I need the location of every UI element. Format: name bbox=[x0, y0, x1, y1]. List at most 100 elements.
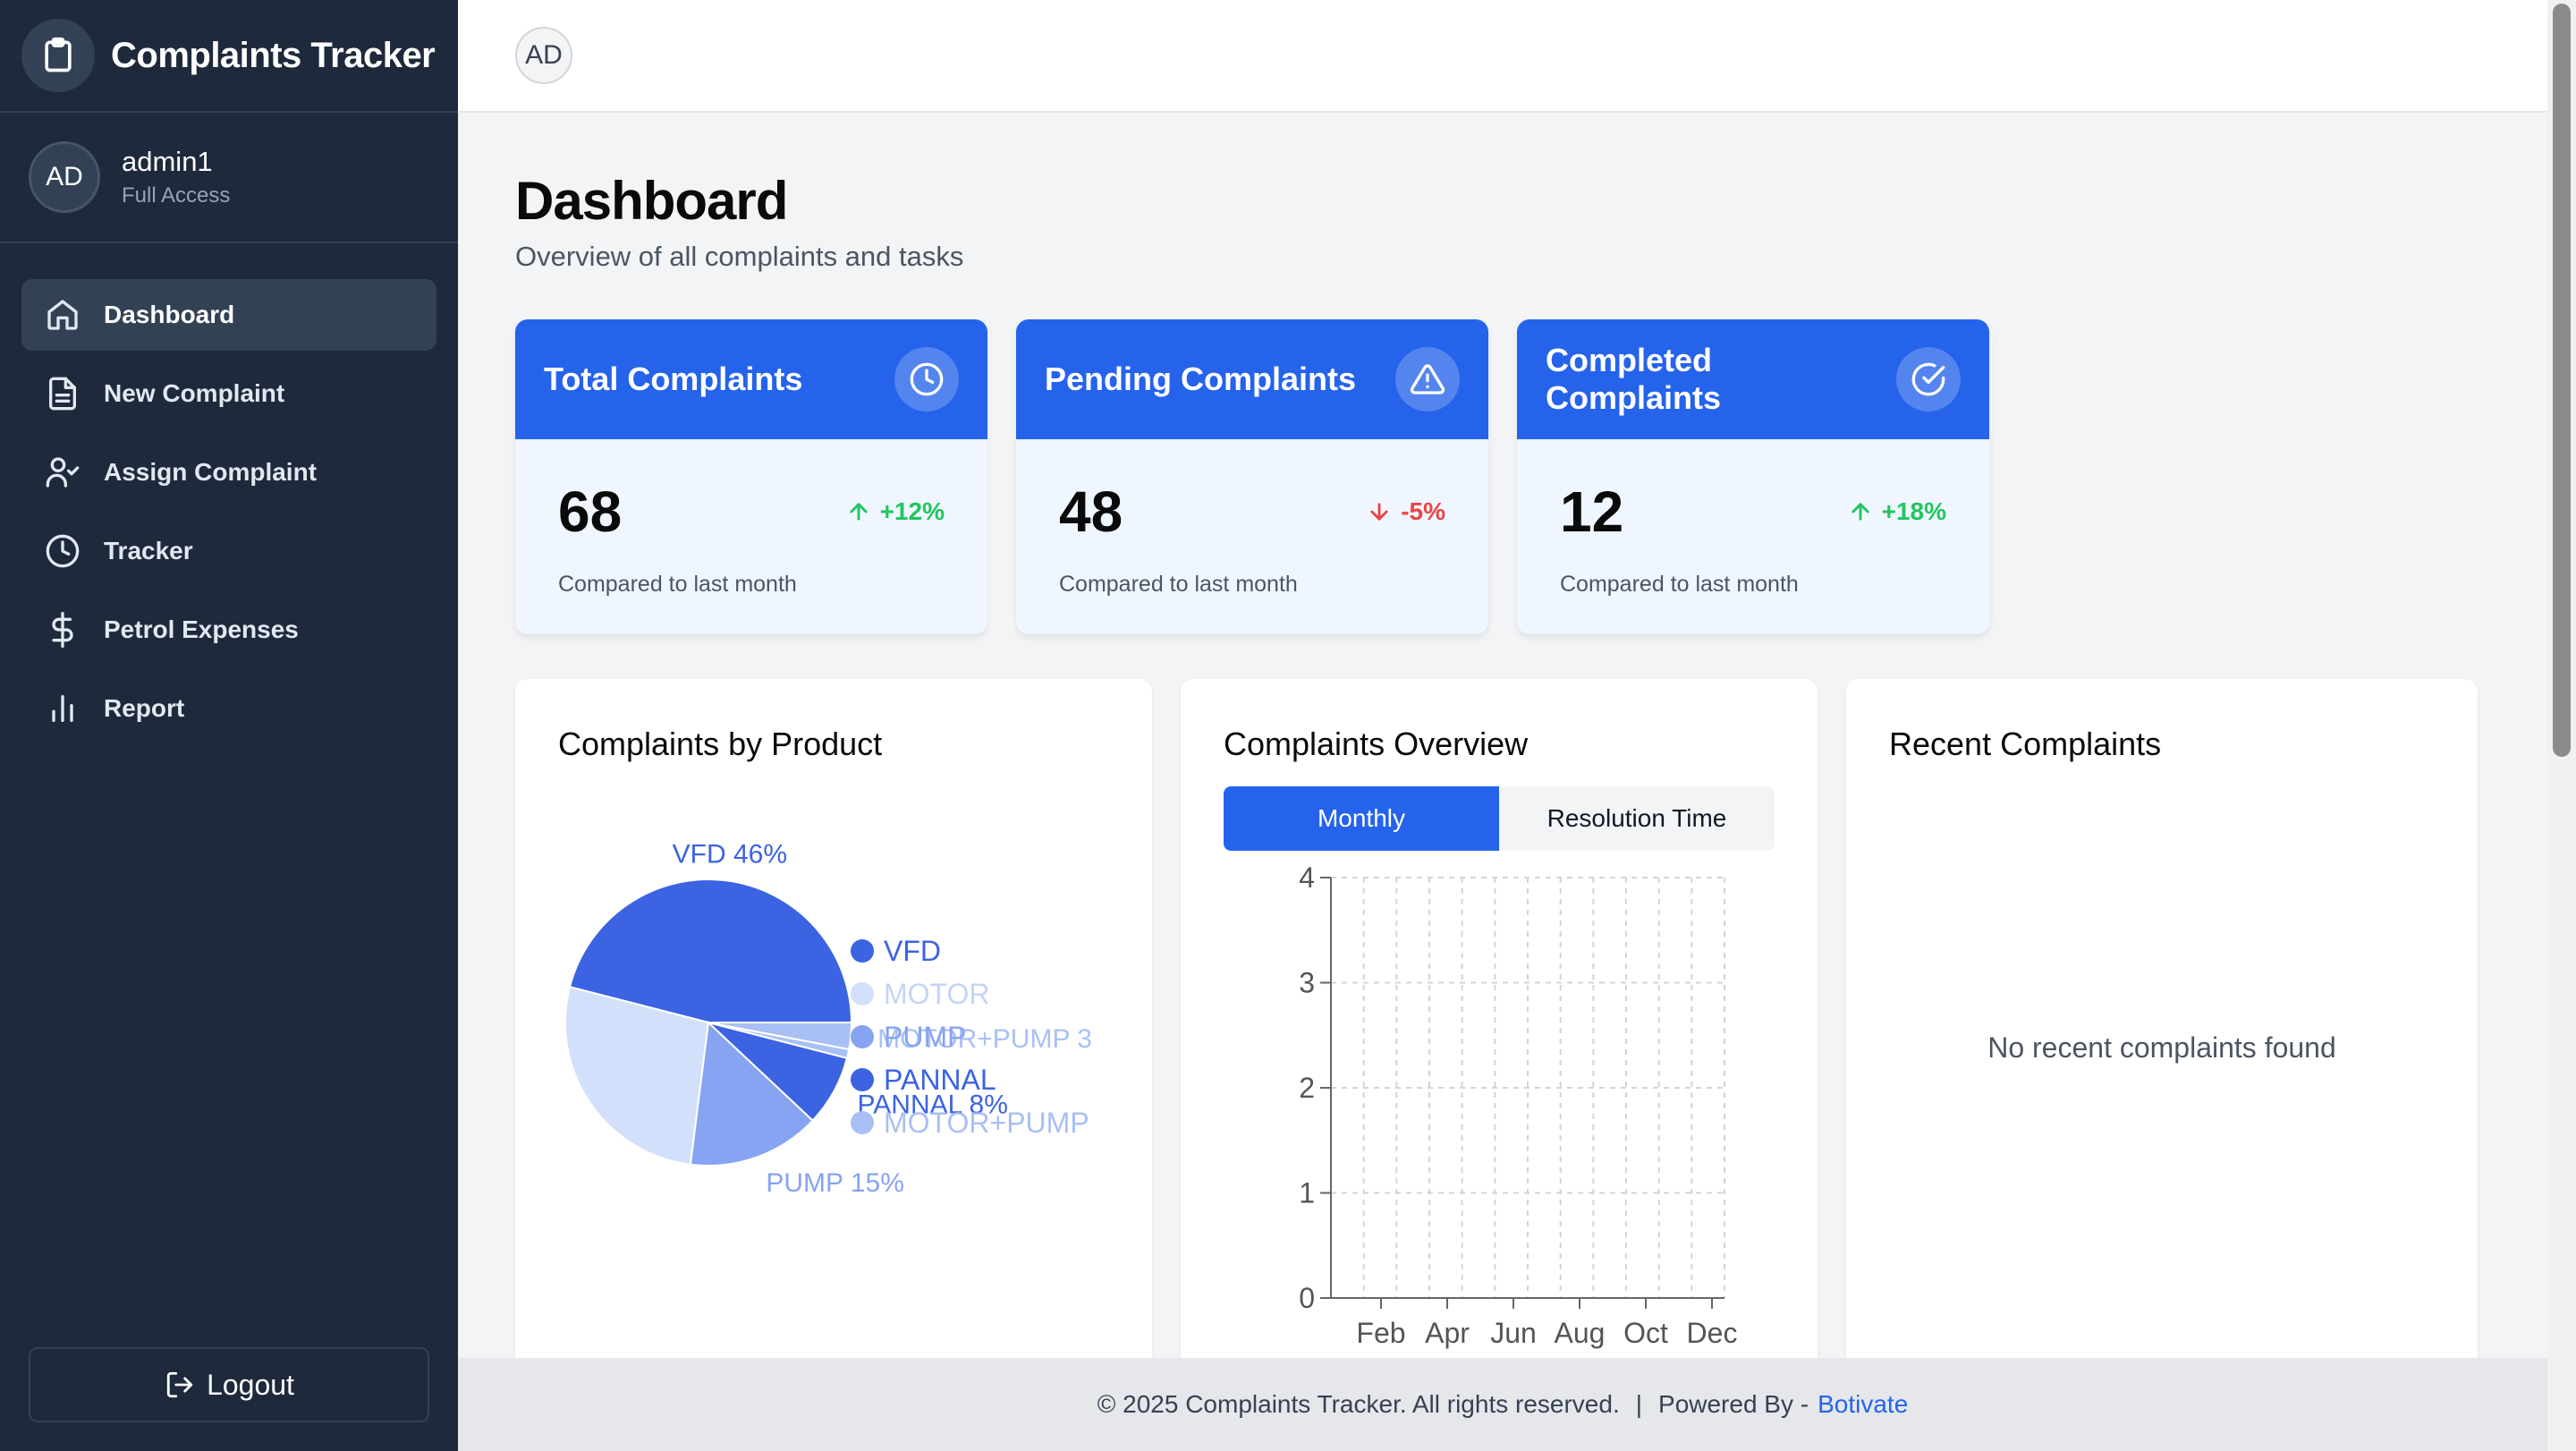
overview-panel: Complaints Overview Monthly Resolution T… bbox=[1181, 679, 1818, 1358]
legend-label[interactable]: MOTOR+PUMP bbox=[884, 1107, 1089, 1139]
sidebar-nav: Dashboard New Complaint Assign Complaint… bbox=[0, 243, 458, 744]
pie-slice-label: PUMP 15% bbox=[766, 1168, 904, 1198]
y-tick-label: 2 bbox=[1299, 1072, 1315, 1104]
sidebar-item-label: Petrol Expenses bbox=[104, 615, 299, 643]
sidebar-item-new-complaint[interactable]: New Complaint bbox=[21, 358, 436, 429]
card-title: Total Complaints bbox=[544, 361, 803, 397]
y-tick-label: 1 bbox=[1299, 1177, 1315, 1209]
panel-title: Recent Complaints bbox=[1889, 726, 2162, 762]
x-tick-label: Apr bbox=[1425, 1317, 1470, 1349]
check-circle-icon bbox=[1896, 347, 1961, 412]
panel-title: Complaints by Product bbox=[558, 726, 883, 762]
tab-monthly[interactable]: Monthly bbox=[1224, 786, 1499, 851]
x-tick-label: Aug bbox=[1555, 1317, 1606, 1349]
sidebar-item-assign-complaint[interactable]: Assign Complaint bbox=[21, 437, 436, 508]
sidebar-item-dashboard[interactable]: Dashboard bbox=[21, 279, 436, 351]
sidebar-item-petrol-expenses[interactable]: Petrol Expenses bbox=[21, 594, 436, 666]
arrow-up-icon bbox=[849, 503, 868, 521]
overview-line-chart: 0 1 2 3 4 Feb Apr Jun Aug Oct Dec bbox=[1299, 861, 1738, 1349]
brand: Complaints Tracker bbox=[0, 0, 458, 113]
legend-marker bbox=[851, 1025, 874, 1048]
document-icon bbox=[43, 374, 82, 413]
footer-separator: | bbox=[1635, 1390, 1643, 1418]
sidebar-item-tracker[interactable]: Tracker bbox=[21, 515, 436, 587]
y-tick-label: 0 bbox=[1299, 1282, 1315, 1314]
card-change-value: +12% bbox=[879, 497, 945, 525]
legend-marker bbox=[851, 1111, 874, 1134]
panel-title: Complaints Overview bbox=[1224, 726, 1529, 762]
sidebar-item-label: New Complaint bbox=[104, 379, 285, 407]
footer-powered: Powered By - bbox=[1658, 1390, 1809, 1418]
sidebar-item-label: Dashboard bbox=[104, 301, 235, 328]
page-subtitle: Overview of all complaints and tasks bbox=[515, 241, 964, 272]
user-check-icon bbox=[43, 453, 82, 492]
card-note: Compared to last month bbox=[558, 572, 797, 597]
scrollbar-thumb[interactable] bbox=[2553, 4, 2571, 757]
arrow-down-icon bbox=[1370, 503, 1388, 521]
card-title: Completed Complaints bbox=[1546, 342, 1722, 416]
legend-marker bbox=[851, 1068, 874, 1091]
sidebar-item-label: Report bbox=[104, 694, 185, 722]
stat-card-total: Total Complaints 68 +12% Compared to las… bbox=[515, 319, 987, 634]
y-tick-label: 3 bbox=[1299, 967, 1315, 999]
user-role: Full Access bbox=[122, 183, 231, 208]
stat-card-pending: Pending Complaints 48 -5% Compared to la… bbox=[1016, 319, 1488, 634]
panels: Complaints by Product VFD 46% PUMP 15% PAN… bbox=[515, 679, 2490, 1358]
footer-copyright: © 2025 Complaints Tracker. All rights re… bbox=[1097, 1390, 1620, 1418]
pie-slice-label: VFD 46% bbox=[673, 839, 787, 869]
legend-marker bbox=[851, 982, 874, 1006]
card-value: 68 bbox=[558, 479, 623, 544]
card-change: +12% bbox=[846, 497, 945, 526]
clock-icon bbox=[894, 347, 959, 412]
y-tick-label: 4 bbox=[1299, 861, 1315, 894]
stat-cards: Total Complaints 68 +12% Compared to las… bbox=[515, 319, 2490, 634]
legend-label[interactable]: PANNAL bbox=[884, 1064, 996, 1096]
legend-marker bbox=[851, 939, 874, 963]
legend-label[interactable]: VFD bbox=[884, 935, 941, 967]
legend-label[interactable]: PUMP bbox=[884, 1021, 966, 1053]
card-note: Compared to last month bbox=[1059, 572, 1298, 597]
product-panel: Complaints by Product VFD 46% PUMP 15% PAN… bbox=[515, 679, 1152, 1358]
bar-chart-icon bbox=[43, 689, 82, 728]
logout-button[interactable]: Logout bbox=[29, 1347, 429, 1422]
card-change-value: +18% bbox=[1881, 497, 1946, 525]
page-title: Dashboard bbox=[515, 171, 788, 231]
scrollbar[interactable] bbox=[2547, 0, 2576, 1451]
home-icon bbox=[43, 295, 82, 335]
footer-link-botivate[interactable]: Botivate bbox=[1818, 1390, 1908, 1419]
card-note: Compared to last month bbox=[1560, 572, 1799, 597]
main-content: Dashboard Overview of all complaints and… bbox=[458, 115, 2547, 1358]
dollar-icon bbox=[43, 610, 82, 649]
card-title: Pending Complaints bbox=[1045, 361, 1357, 397]
clipboard-icon bbox=[21, 19, 95, 92]
x-tick-label: Jun bbox=[1490, 1317, 1537, 1349]
logout-label: Logout bbox=[207, 1368, 294, 1401]
footer: © 2025 Complaints Tracker. All rights re… bbox=[458, 1358, 2547, 1451]
user-profile: AD admin1 Full Access bbox=[0, 113, 458, 243]
stat-card-completed: Completed Complaints 12 +18% Compared to… bbox=[1517, 319, 1989, 634]
x-tick-label: Dec bbox=[1687, 1317, 1738, 1349]
card-change: -5% bbox=[1367, 497, 1445, 526]
user-name: admin1 bbox=[122, 146, 213, 177]
clock-icon bbox=[43, 531, 82, 571]
logout-icon bbox=[164, 1365, 196, 1404]
recent-panel: Recent Complaints No recent complaints f… bbox=[1846, 679, 2478, 1358]
empty-state: No recent complaints found bbox=[1987, 1031, 2336, 1064]
sidebar-item-label: Tracker bbox=[104, 537, 193, 564]
avatar: AD bbox=[29, 141, 100, 213]
card-value: 48 bbox=[1059, 479, 1123, 544]
alert-triangle-icon bbox=[1395, 347, 1460, 412]
topbar: AD bbox=[458, 0, 2547, 113]
sidebar: Complaints Tracker AD admin1 Full Access… bbox=[0, 0, 458, 1451]
overview-tabs: Monthly Resolution Time bbox=[1224, 786, 1775, 851]
app-title: Complaints Tracker bbox=[111, 35, 436, 75]
tab-resolution-time[interactable]: Resolution Time bbox=[1499, 786, 1775, 851]
x-tick-label: Oct bbox=[1623, 1317, 1668, 1349]
legend-label[interactable]: MOTOR bbox=[884, 978, 990, 1010]
card-change-value: -5% bbox=[1401, 497, 1445, 525]
user-avatar-button[interactable]: AD bbox=[515, 27, 572, 84]
arrow-up-icon bbox=[1851, 503, 1869, 521]
x-tick-label: Feb bbox=[1356, 1317, 1405, 1349]
sidebar-item-report[interactable]: Report bbox=[21, 673, 436, 744]
card-change: +18% bbox=[1848, 497, 1946, 526]
